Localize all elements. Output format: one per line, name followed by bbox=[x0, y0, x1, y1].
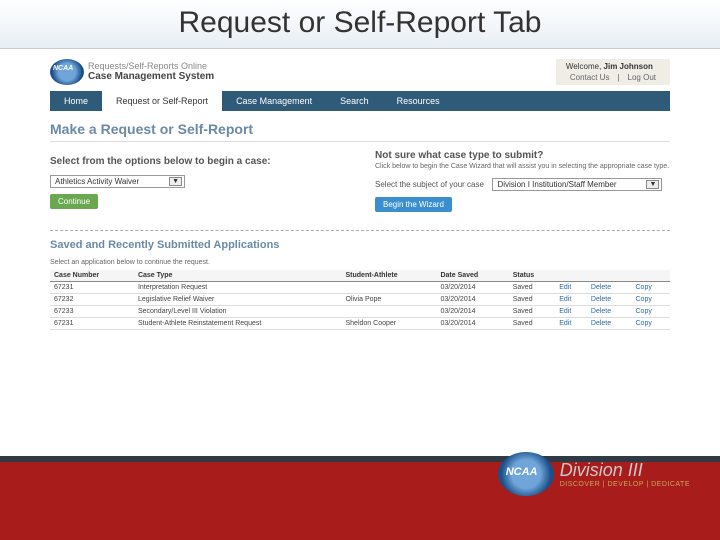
subject-label: Select the subject of your case bbox=[375, 180, 484, 189]
cell-status: Saved bbox=[509, 318, 555, 330]
cell-case-number: 67233 bbox=[50, 306, 134, 318]
nav-resources[interactable]: Resources bbox=[383, 91, 454, 111]
logout-link[interactable]: Log Out bbox=[628, 73, 656, 82]
nav-home[interactable]: Home bbox=[50, 91, 102, 111]
main-nav: Home Request or Self-Report Case Managem… bbox=[50, 91, 670, 111]
ncaa-logo-icon bbox=[50, 59, 84, 85]
system-title: Requests/Self-Reports Online Case Manage… bbox=[88, 62, 214, 83]
table-row: 67233Secondary/Level III Violation 03/20/… bbox=[50, 306, 670, 318]
cell-case-type: Legislative Relief Waiver bbox=[134, 294, 342, 306]
copy-link[interactable]: Copy bbox=[636, 320, 652, 327]
table-header-row: Case Number Case Type Student-Athlete Da… bbox=[50, 270, 670, 282]
right-column: Not sure what case type to submit? Click… bbox=[375, 150, 670, 212]
table-row: 67232Legislative Relief WaiverOlivia Pop… bbox=[50, 294, 670, 306]
edit-link[interactable]: Edit bbox=[559, 284, 571, 291]
applications-table: Case Number Case Type Student-Athlete Da… bbox=[50, 270, 670, 330]
subject-select[interactable]: Division I Institution/Staff Member ▼ bbox=[492, 178, 662, 191]
col-case-number: Case Number bbox=[50, 270, 134, 282]
chevron-down-icon: ▼ bbox=[169, 177, 182, 186]
cell-date: 03/20/2014 bbox=[436, 306, 508, 318]
division-label: Division III bbox=[560, 460, 690, 481]
cell-case-type: Student-Athlete Reinstatement Request bbox=[134, 318, 342, 330]
table-row: 67231Interpretation Request 03/20/2014Sav… bbox=[50, 282, 670, 294]
col-student-athlete: Student-Athlete bbox=[342, 270, 437, 282]
cell-case-number: 67231 bbox=[50, 282, 134, 294]
wizard-heading: Not sure what case type to submit? bbox=[375, 150, 670, 161]
cell-case-type: Secondary/Level III Violation bbox=[134, 306, 342, 318]
edit-link[interactable]: Edit bbox=[559, 296, 571, 303]
delete-link[interactable]: Delete bbox=[591, 296, 611, 303]
delete-link[interactable]: Delete bbox=[591, 320, 611, 327]
case-type-select[interactable]: Athletics Activity Waiver ▼ bbox=[50, 175, 185, 188]
begin-wizard-button[interactable]: Begin the Wizard bbox=[375, 197, 452, 212]
ncaa-logo-icon bbox=[498, 452, 554, 496]
cell-student-athlete bbox=[342, 282, 437, 294]
nav-case-management[interactable]: Case Management bbox=[222, 91, 326, 111]
edit-link[interactable]: Edit bbox=[559, 308, 571, 315]
copy-link[interactable]: Copy bbox=[636, 284, 652, 291]
subject-value: Division I Institution/Staff Member bbox=[497, 180, 616, 189]
col-date-saved: Date Saved bbox=[436, 270, 508, 282]
dashed-divider bbox=[50, 230, 670, 231]
left-heading: Select from the options below to begin a… bbox=[50, 156, 345, 167]
system-title-line2: Case Management System bbox=[88, 71, 214, 82]
wizard-text: Click below to begin the Case Wizard tha… bbox=[375, 163, 670, 170]
two-column-layout: Select from the options below to begin a… bbox=[50, 150, 670, 212]
footer-tagline: DISCOVER | DEVELOP | DEDICATE bbox=[560, 481, 690, 488]
brand: Requests/Self-Reports Online Case Manage… bbox=[50, 59, 214, 85]
system-title-line1: Requests/Self-Reports Online bbox=[88, 62, 214, 72]
col-case-type: Case Type bbox=[134, 270, 342, 282]
copy-link[interactable]: Copy bbox=[636, 296, 652, 303]
cell-case-type: Interpretation Request bbox=[134, 282, 342, 294]
cell-case-number: 67231 bbox=[50, 318, 134, 330]
delete-link[interactable]: Delete bbox=[591, 308, 611, 315]
left-column: Select from the options below to begin a… bbox=[50, 150, 345, 212]
copy-link[interactable]: Copy bbox=[636, 308, 652, 315]
app-header: Requests/Self-Reports Online Case Manage… bbox=[50, 57, 670, 91]
contact-link[interactable]: Contact Us bbox=[570, 73, 610, 82]
cell-status: Saved bbox=[509, 294, 555, 306]
nav-request-self-report[interactable]: Request or Self-Report bbox=[102, 91, 222, 111]
welcome-user: Jim Johnson bbox=[604, 62, 653, 71]
cell-date: 03/20/2014 bbox=[436, 282, 508, 294]
saved-heading: Saved and Recently Submitted Application… bbox=[50, 239, 670, 251]
app-window: Requests/Self-Reports Online Case Manage… bbox=[50, 57, 670, 330]
table-row: 67231Student-Athlete Reinstatement Reque… bbox=[50, 318, 670, 330]
nav-search[interactable]: Search bbox=[326, 91, 383, 111]
chevron-down-icon: ▼ bbox=[646, 180, 659, 189]
slide-footer: Division III DISCOVER | DEVELOP | DEDICA… bbox=[0, 456, 720, 540]
cell-date: 03/20/2014 bbox=[436, 294, 508, 306]
cell-student-athlete bbox=[342, 306, 437, 318]
cell-status: Saved bbox=[509, 306, 555, 318]
welcome-box: Welcome, Jim Johnson Contact Us|Log Out bbox=[556, 59, 670, 85]
footer-logo: Division III DISCOVER | DEVELOP | DEDICA… bbox=[498, 452, 690, 496]
continue-button[interactable]: Continue bbox=[50, 194, 98, 209]
divider bbox=[50, 141, 670, 142]
delete-link[interactable]: Delete bbox=[591, 284, 611, 291]
cell-student-athlete: Olivia Pope bbox=[342, 294, 437, 306]
cell-date: 03/20/2014 bbox=[436, 318, 508, 330]
slide-title: Request or Self-Report Tab bbox=[0, 0, 720, 49]
saved-subtext: Select an application below to continue … bbox=[50, 259, 670, 266]
welcome-prefix: Welcome, bbox=[566, 62, 604, 71]
cell-case-number: 67232 bbox=[50, 294, 134, 306]
edit-link[interactable]: Edit bbox=[559, 320, 571, 327]
case-type-value: Athletics Activity Waiver bbox=[55, 177, 139, 186]
cell-status: Saved bbox=[509, 282, 555, 294]
page-title: Make a Request or Self-Report bbox=[50, 121, 670, 137]
col-status: Status bbox=[509, 270, 555, 282]
cell-student-athlete: Sheldon Cooper bbox=[342, 318, 437, 330]
